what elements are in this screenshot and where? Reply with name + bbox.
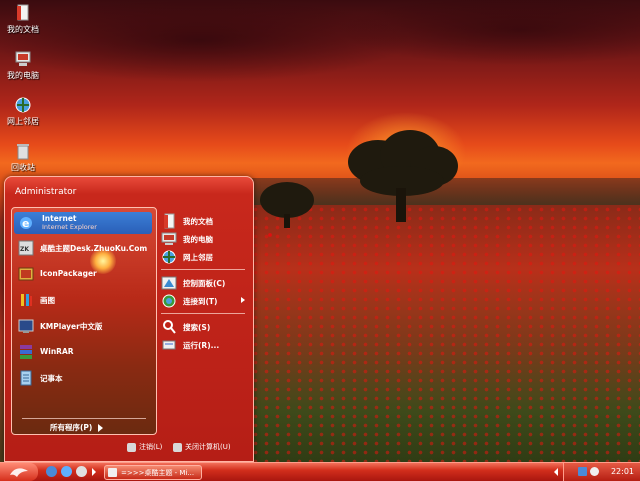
tray-expand-icon[interactable]	[554, 468, 558, 476]
program-kmplayer[interactable]: KMPlayer中文版	[18, 318, 152, 336]
start-menu-user-header: Administrator	[5, 177, 253, 205]
start-button[interactable]	[0, 463, 38, 481]
my-computer-icon	[161, 232, 177, 245]
iconpackager-icon	[18, 267, 34, 281]
recycle-bin-icon	[17, 144, 29, 160]
logoff-icon	[127, 442, 136, 452]
big-tree	[340, 130, 460, 222]
poppy-field	[250, 205, 640, 463]
kmplayer-icon	[18, 319, 34, 333]
taskbar-window-button[interactable]: =>>>桌酷主题 - Mi...	[104, 465, 202, 480]
program-notepad[interactable]: 记事本	[18, 370, 152, 388]
program-iconpackager[interactable]: IconPackager	[18, 266, 152, 284]
place-my-documents[interactable]: 我的文档	[161, 213, 247, 229]
program-paint[interactable]: 画图	[18, 292, 152, 310]
submenu-arrow-icon	[241, 297, 245, 303]
small-tree	[258, 178, 316, 228]
place-my-computer[interactable]: 我的电脑	[161, 231, 247, 247]
start-flag-icon	[10, 468, 28, 477]
place-connect-to[interactable]: 连接到(T)	[161, 293, 247, 309]
svg-text:e: e	[22, 217, 29, 230]
quicklaunch-desktop-icon[interactable]	[46, 466, 57, 477]
control-panel-icon	[161, 276, 177, 290]
svg-text:ZK: ZK	[20, 246, 29, 253]
desktop-icon-network-places[interactable]: 网上邻居	[1, 96, 45, 127]
place-run[interactable]: 运行(R)...	[161, 337, 247, 353]
connect-to-icon	[162, 294, 176, 308]
program-internet[interactable]: e Internet Internet Explorer	[14, 212, 152, 234]
my-documents-icon	[17, 4, 29, 21]
start-menu: Administrator e Internet Internet Explor…	[4, 176, 254, 462]
winrar-icon	[20, 345, 32, 359]
place-control-panel[interactable]: 控制面板(C)	[161, 275, 247, 291]
all-programs-button[interactable]: 所有程序(P)	[50, 422, 104, 433]
program-zhuoku-theme[interactable]: ZK 桌酷主题Desk.ZhuoKu.Com	[18, 240, 152, 258]
shutdown-button[interactable]: 关闭计算机(U)	[173, 442, 231, 452]
taskbar: =>>>桌酷主题 - Mi... 22:01	[0, 462, 640, 481]
pinned-programs-panel: e Internet Internet Explorer ZK 桌酷主题Desk…	[11, 207, 157, 435]
arrow-right-icon	[98, 424, 104, 432]
run-icon	[162, 340, 176, 350]
place-search[interactable]: 搜索(S)	[161, 319, 247, 335]
taskbar-chevron-icon[interactable]	[92, 468, 96, 476]
quicklaunch-ie-icon[interactable]	[61, 466, 72, 477]
network-places-icon	[162, 250, 176, 264]
desktop-icon-label: 我的电脑	[7, 71, 39, 80]
paint-icon	[21, 294, 32, 306]
logoff-button[interactable]: 注销(L)	[127, 442, 162, 452]
notepad-icon	[20, 370, 32, 386]
desktop-icon-recycle-bin[interactable]: 回收站	[1, 142, 45, 173]
desktop-icon-label: 回收站	[11, 163, 35, 172]
my-computer-icon	[15, 51, 31, 66]
clock[interactable]: 22:01	[611, 467, 634, 476]
desktop-icon-label: 网上邻居	[7, 117, 39, 126]
window-icon	[108, 468, 117, 477]
power-icon	[173, 442, 182, 452]
program-winrar[interactable]: WinRAR	[18, 344, 152, 362]
user-name: Administrator	[15, 187, 77, 197]
sky-clouds	[0, 0, 640, 120]
desktop-icon-my-computer[interactable]: 我的电脑	[1, 50, 45, 81]
quicklaunch-media-icon[interactable]	[76, 466, 87, 477]
place-network-places[interactable]: 网上邻居	[161, 249, 247, 265]
desktop-icon-my-documents[interactable]: 我的文档	[1, 4, 45, 35]
network-places-icon	[15, 97, 31, 113]
places-separator	[161, 269, 245, 270]
internet-explorer-icon: e	[20, 217, 32, 230]
desktop-icon-label: 我的文档	[7, 25, 39, 34]
start-menu-footer: 注销(L) 关闭计算机(U)	[5, 437, 253, 461]
zhuoku-theme-icon: ZK	[18, 240, 34, 256]
tray-network-icon[interactable]	[578, 467, 587, 476]
my-documents-icon	[164, 213, 175, 229]
places-panel: 我的文档 我的电脑 网上邻居 控制面板(C) 连接到(T) 搜索(S) 运行(R…	[159, 207, 249, 433]
all-programs-separator	[22, 418, 146, 419]
tray-volume-icon[interactable]	[590, 467, 599, 476]
search-icon	[163, 320, 176, 334]
places-separator-2	[161, 313, 245, 314]
system-tray: 22:01	[554, 463, 640, 481]
